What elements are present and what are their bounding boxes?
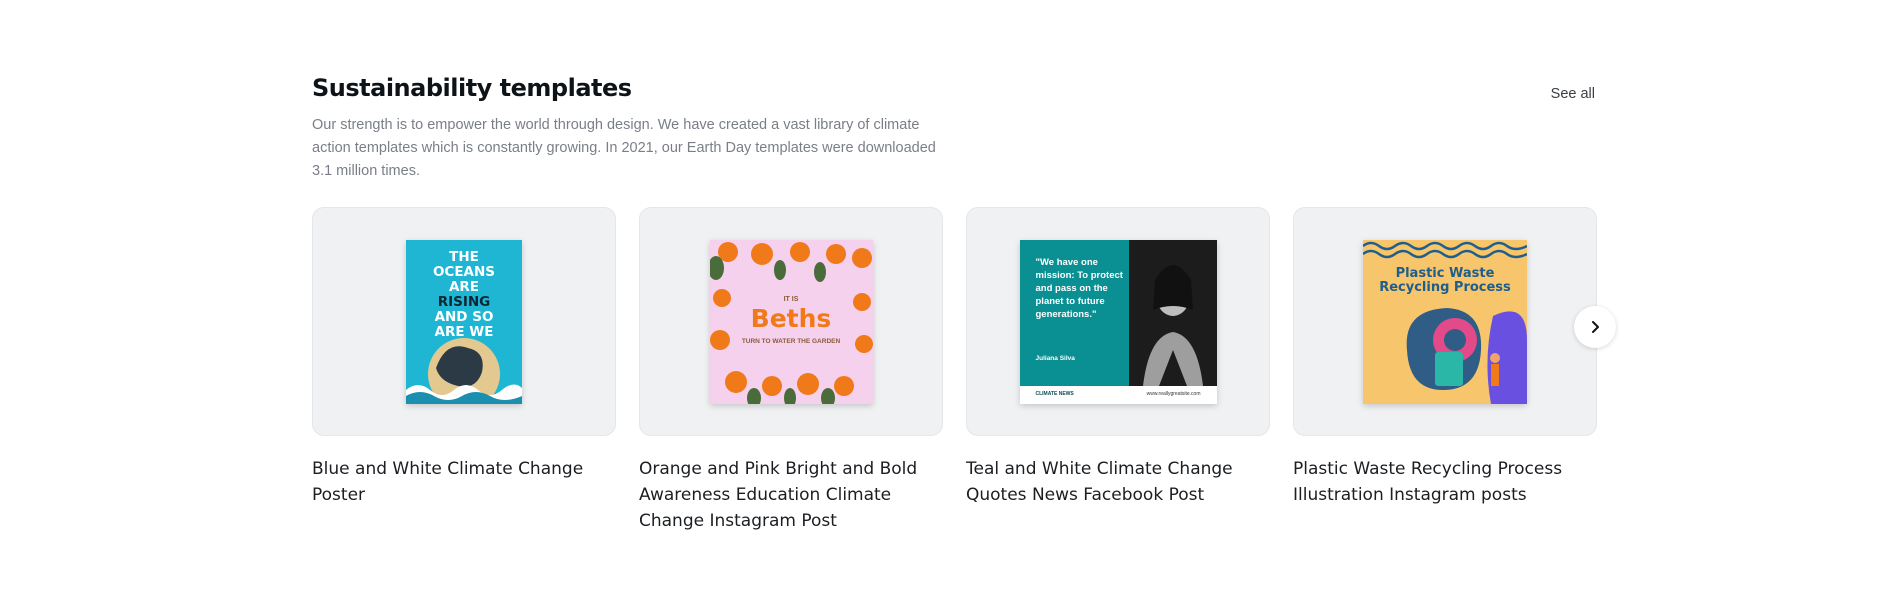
post-headline: Beths bbox=[750, 303, 832, 333]
earth-illustration bbox=[406, 337, 522, 404]
post-subline: TURN TO WATER THE GARDEN bbox=[741, 337, 841, 345]
section-description: Our strength is to empower the world thr… bbox=[312, 117, 936, 179]
template-card[interactable]: THE OCEANS ARE RISING AND SO ARE WE Blue… bbox=[312, 207, 616, 508]
template-title[interactable]: Teal and White Climate Change Quotes New… bbox=[966, 456, 1270, 508]
template-thumbnail[interactable]: Plastic Waste Recycling Process bbox=[1293, 207, 1597, 436]
portrait-photo bbox=[1128, 239, 1217, 386]
quote-text: "We have one mission: To protect and pas… bbox=[1035, 256, 1123, 320]
ocean-poster-preview: THE OCEANS ARE RISING AND SO ARE WE bbox=[406, 239, 522, 404]
recycling-illustration bbox=[1363, 241, 1527, 404]
portrait-illustration bbox=[1128, 239, 1217, 386]
template-card[interactable]: Plastic Waste Recycling Process Plastic … bbox=[1293, 207, 1597, 508]
quote-author: Juliana Silva bbox=[1035, 354, 1075, 362]
template-title[interactable]: Orange and Pink Bright and Bold Awarenes… bbox=[639, 456, 943, 534]
section-title: Sustainability templates bbox=[312, 74, 632, 102]
template-thumbnail[interactable]: "We have one mission: To protect and pas… bbox=[966, 207, 1270, 436]
chevron-right-icon bbox=[1592, 321, 1599, 333]
template-title[interactable]: Blue and White Climate Change Poster bbox=[312, 456, 616, 508]
see-all-link[interactable]: See all bbox=[1551, 86, 1595, 102]
carousel-next-button[interactable] bbox=[1574, 306, 1616, 348]
website-url: www.reallygreatsite.com bbox=[1146, 390, 1201, 397]
climate-quote-preview: "We have one mission: To protect and pas… bbox=[1019, 239, 1217, 404]
template-title[interactable]: Plastic Waste Recycling Process Illustra… bbox=[1293, 456, 1597, 508]
sustainability-templates-section: Sustainability templates Our strength is… bbox=[312, 0, 1616, 608]
beths-post-preview: IT IS Beths TURN TO WATER THE GARDEN bbox=[709, 239, 873, 404]
brand-name: CLIMATE NEWS bbox=[1035, 390, 1074, 397]
post-kicker: IT IS bbox=[783, 295, 799, 303]
template-thumbnail[interactable]: IT IS Beths TURN TO WATER THE GARDEN bbox=[639, 207, 943, 436]
template-card[interactable]: "We have one mission: To protect and pas… bbox=[966, 207, 1270, 508]
recycling-post-preview: Plastic Waste Recycling Process bbox=[1363, 239, 1527, 404]
post-headline: Plastic Waste Recycling Process bbox=[1379, 265, 1511, 295]
template-card[interactable]: IT IS Beths TURN TO WATER THE GARDEN Ora… bbox=[639, 207, 943, 534]
template-carousel: THE OCEANS ARE RISING AND SO ARE WE Blue… bbox=[312, 207, 1597, 547]
template-thumbnail[interactable]: THE OCEANS ARE RISING AND SO ARE WE bbox=[312, 207, 616, 436]
